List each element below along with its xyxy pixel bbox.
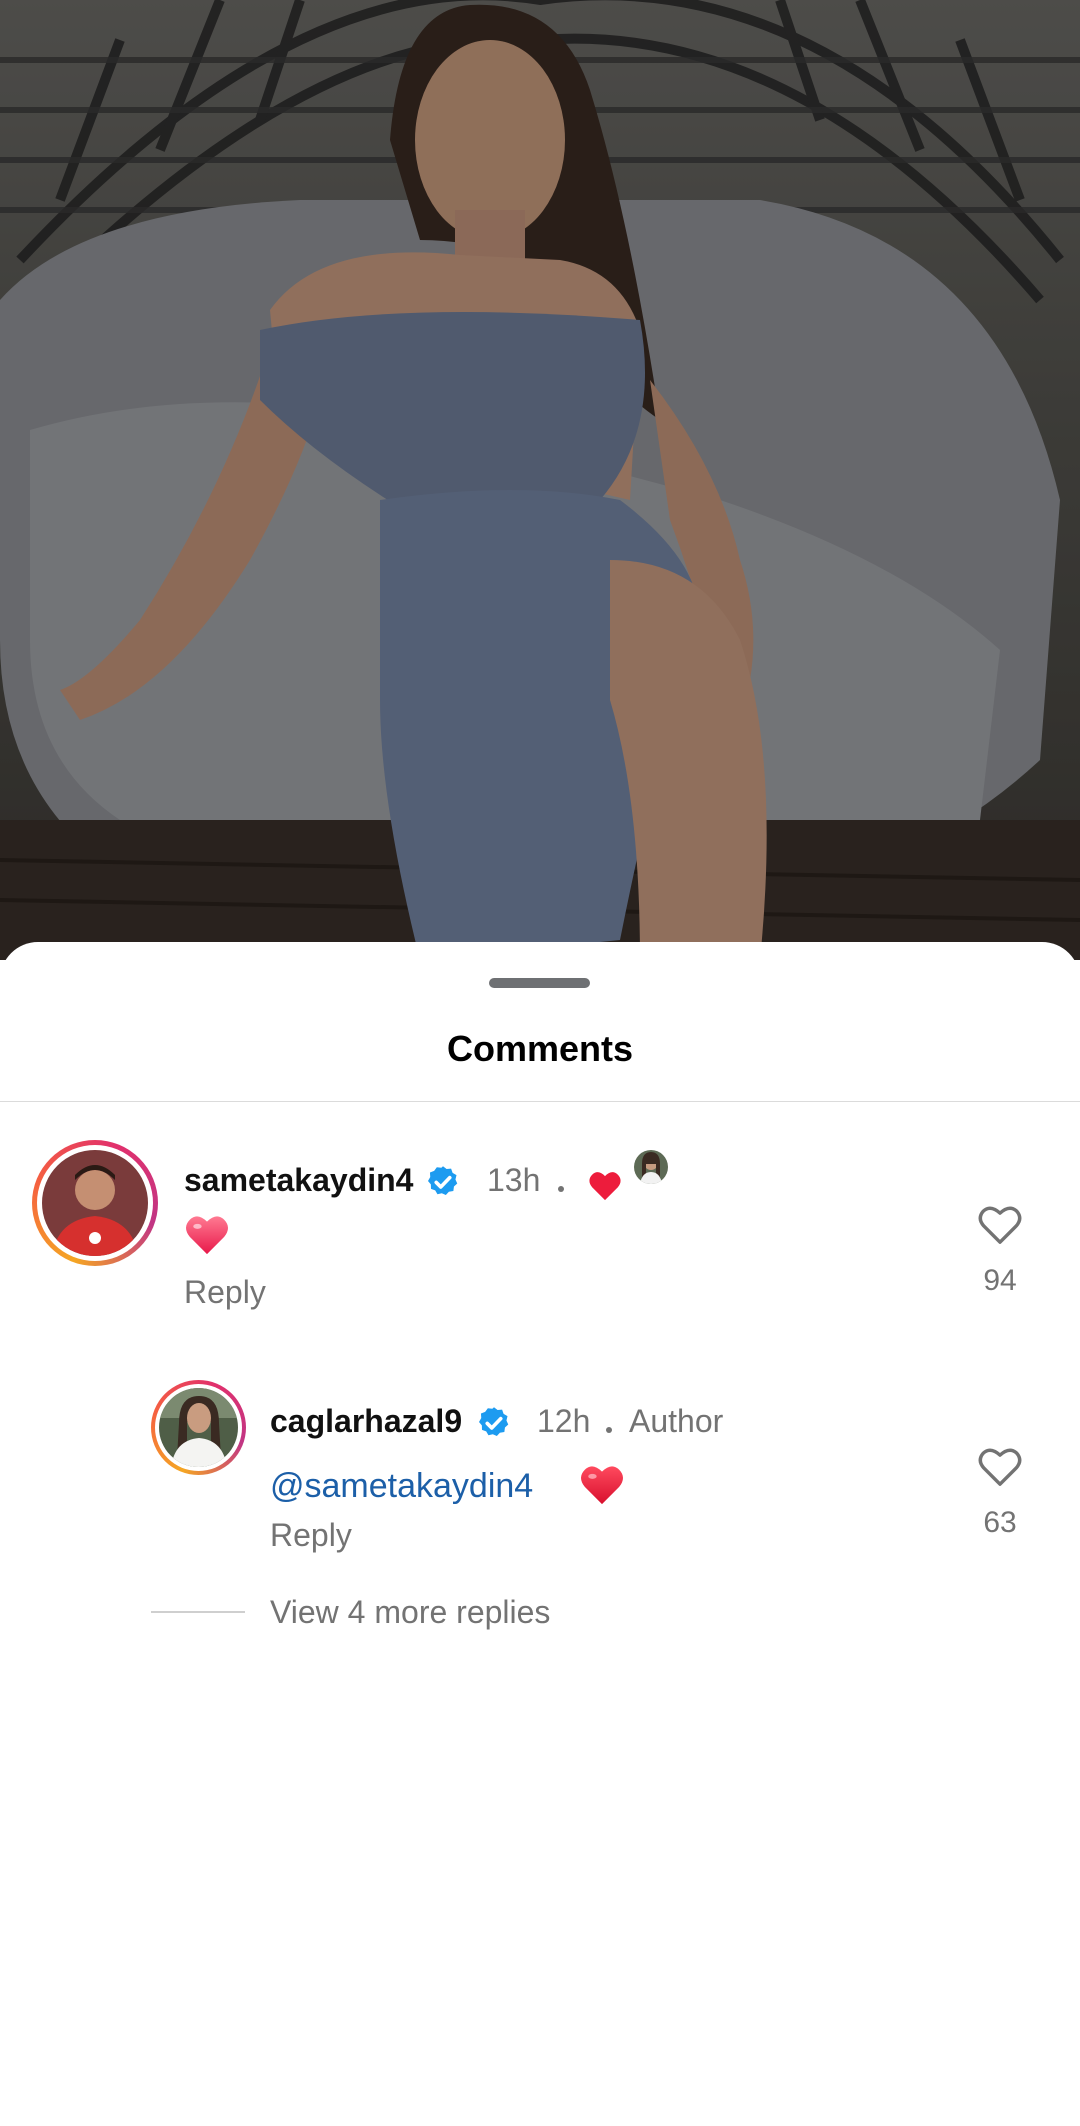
author-badge: Author (629, 1403, 724, 1439)
comment-username[interactable]: sametakaydin4 (184, 1162, 413, 1199)
like-heart-outline-icon[interactable] (977, 1446, 1023, 1488)
header-divider (0, 1101, 1080, 1102)
reply-button[interactable]: Reply (184, 1274, 266, 1311)
view-more-divider (151, 1611, 245, 1613)
like-heart-outline-icon[interactable] (977, 1204, 1023, 1246)
post-photo (0, 0, 1080, 960)
verified-badge-icon (479, 1407, 509, 1437)
reply-button[interactable]: Reply (270, 1517, 352, 1554)
meta-separator (606, 1427, 612, 1433)
reply-username[interactable]: caglarhazal9 (270, 1403, 462, 1440)
author-mini-avatar (634, 2092, 668, 2126)
mention-link[interactable]: @sametakaydin4 (270, 1467, 533, 1506)
comments-sheet: Comments sametakaydin4 13h Reply 94 cagl… (0, 942, 1080, 1663)
author-mini-avatar-icon (634, 1150, 668, 1184)
avatar-photo (159, 1388, 238, 1467)
avatar[interactable] (151, 1380, 246, 1475)
comment-time: 13h (487, 1162, 541, 1198)
view-more-replies-button[interactable]: View 4 more replies (270, 1594, 550, 1631)
sheet-title: Comments (446, 1028, 634, 1069)
avatar-photo (42, 1150, 148, 1256)
like-count: 94 (983, 1264, 1017, 1297)
meta-separator (558, 1186, 564, 1192)
comment-heart-emoji-icon (186, 1216, 228, 1255)
verified-badge-icon (428, 1166, 458, 1196)
like-count: 63 (983, 1506, 1017, 1539)
liked-by-author-heart-icon (589, 1172, 621, 1201)
sheet-drag-handle[interactable] (489, 978, 590, 988)
reply-time: 12h (537, 1403, 591, 1439)
avatar[interactable] (32, 1140, 158, 1266)
photo-dim-overlay (0, 0, 1080, 960)
reply-heart-emoji-icon (581, 1466, 623, 1505)
